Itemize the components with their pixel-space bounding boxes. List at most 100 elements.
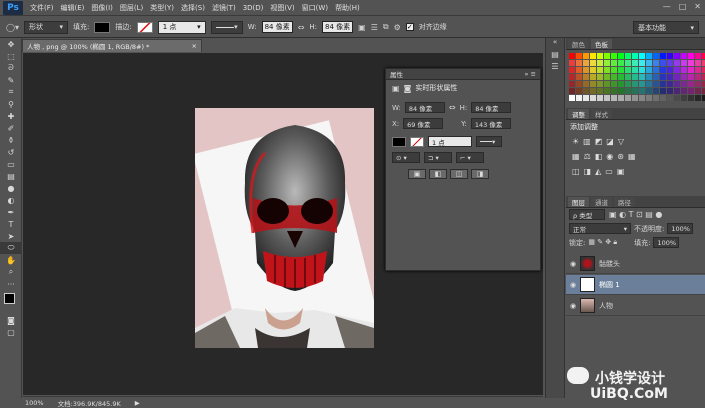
tab-adjustments[interactable]: 调整 bbox=[568, 109, 589, 119]
tab-channels[interactable]: 通道 bbox=[591, 197, 612, 207]
color-swatch[interactable] bbox=[597, 88, 603, 94]
color-swatch[interactable] bbox=[590, 60, 596, 66]
color-swatch[interactable] bbox=[576, 88, 582, 94]
color-swatch[interactable] bbox=[597, 53, 603, 59]
status-menu-arrow[interactable]: ▶ bbox=[135, 399, 140, 407]
expand-dock-icon[interactable]: « bbox=[546, 38, 564, 50]
color-swatch[interactable] bbox=[681, 67, 687, 73]
eyedropper-icon[interactable]: ⚲ bbox=[0, 98, 22, 110]
history-panel-icon[interactable]: ▤ bbox=[546, 50, 564, 62]
color-swatch[interactable] bbox=[618, 67, 624, 73]
color-swatch[interactable] bbox=[583, 53, 589, 59]
layer-row-skull[interactable]: ◉ 骷髅头 bbox=[566, 254, 705, 274]
document-canvas[interactable] bbox=[195, 108, 374, 348]
color-swatch[interactable] bbox=[611, 60, 617, 66]
ellipse-tool-preset-icon[interactable]: ◯▾ bbox=[6, 23, 19, 32]
color-swatch[interactable] bbox=[653, 67, 659, 73]
color-swatch[interactable] bbox=[632, 81, 638, 87]
color-swatch[interactable] bbox=[660, 95, 666, 101]
color-swatch[interactable] bbox=[611, 53, 617, 59]
color-swatch[interactable] bbox=[639, 53, 645, 59]
dodge-icon[interactable]: ◐ bbox=[0, 194, 22, 206]
close-window-button[interactable]: ✕ bbox=[694, 2, 701, 11]
color-swatch[interactable] bbox=[653, 81, 659, 87]
color-swatch[interactable] bbox=[625, 81, 631, 87]
path-operations-icon[interactable]: ▣ bbox=[358, 23, 366, 32]
color-swatch[interactable] bbox=[569, 88, 575, 94]
color-swatch[interactable] bbox=[639, 88, 645, 94]
threshold-icon[interactable]: ◭ bbox=[595, 167, 601, 176]
color-swatch[interactable] bbox=[639, 81, 645, 87]
menu-file[interactable]: 文件(F) bbox=[30, 3, 54, 13]
properties-header[interactable]: 属性 » ≡ bbox=[386, 69, 540, 80]
maximize-button[interactable]: □ bbox=[679, 2, 687, 11]
tab-swatches[interactable]: 色板 bbox=[591, 39, 612, 49]
vibrance-icon[interactable]: ▽ bbox=[618, 137, 624, 146]
color-swatch[interactable] bbox=[639, 74, 645, 80]
color-swatch[interactable] bbox=[660, 67, 666, 73]
color-swatch[interactable] bbox=[618, 81, 624, 87]
color-swatch[interactable] bbox=[660, 81, 666, 87]
document-tab[interactable]: 人物 , png @ 100% (椭圆 1, RGB/8#) * × bbox=[22, 39, 202, 52]
photo-filter-icon[interactable]: ◉ bbox=[606, 152, 613, 161]
color-swatch[interactable] bbox=[653, 74, 659, 80]
stroke-type-select[interactable]: ▾ bbox=[210, 20, 243, 34]
color-swatch[interactable] bbox=[604, 53, 610, 59]
color-swatch[interactable] bbox=[576, 95, 582, 101]
properties-panel-icon[interactable]: ☰ bbox=[546, 62, 564, 74]
color-swatch[interactable] bbox=[646, 53, 652, 59]
color-swatch[interactable] bbox=[625, 74, 631, 80]
brightness-icon[interactable]: ☀ bbox=[572, 137, 579, 146]
color-swatch[interactable] bbox=[590, 67, 596, 73]
color-swatch[interactable] bbox=[674, 81, 680, 87]
menu-window[interactable]: 窗口(W) bbox=[302, 3, 328, 13]
color-swatch[interactable] bbox=[674, 67, 680, 73]
color-swatch[interactable] bbox=[569, 81, 575, 87]
mask-properties-icon[interactable]: ◙ bbox=[404, 84, 412, 93]
color-swatch[interactable] bbox=[604, 67, 610, 73]
path-arrangement-icon[interactable]: ⧉ bbox=[383, 22, 389, 32]
layer-row-ellipse[interactable]: ◉ 椭圆 1 bbox=[566, 275, 705, 295]
color-swatch[interactable] bbox=[688, 81, 694, 87]
close-document-icon[interactable]: × bbox=[192, 42, 197, 50]
color-swatch[interactable] bbox=[695, 53, 701, 59]
path-subtract-button[interactable]: ◧ bbox=[429, 169, 447, 179]
color-swatch[interactable] bbox=[667, 67, 673, 73]
color-swatch[interactable] bbox=[604, 74, 610, 80]
quick-mask-icon[interactable]: ◙ bbox=[0, 314, 22, 326]
color-swatch[interactable] bbox=[660, 88, 666, 94]
color-swatch[interactable] bbox=[583, 88, 589, 94]
menu-3d[interactable]: 3D(D) bbox=[243, 4, 264, 12]
color-swatch[interactable] bbox=[590, 81, 596, 87]
color-swatch[interactable] bbox=[667, 88, 673, 94]
color-swatch[interactable] bbox=[583, 67, 589, 73]
layer-filter-select[interactable]: ρ 类型 bbox=[569, 209, 605, 220]
color-swatch[interactable] bbox=[618, 53, 624, 59]
color-swatch[interactable] bbox=[646, 81, 652, 87]
color-swatch[interactable] bbox=[632, 67, 638, 73]
color-swatch[interactable] bbox=[695, 74, 701, 80]
menu-filter[interactable]: 滤镜(T) bbox=[212, 3, 236, 13]
prop-x-field[interactable]: 69 像素 bbox=[403, 118, 444, 129]
color-swatch[interactable] bbox=[688, 74, 694, 80]
color-swatch[interactable] bbox=[569, 67, 575, 73]
color-swatch[interactable] bbox=[569, 53, 575, 59]
color-swatch[interactable] bbox=[660, 60, 666, 66]
selective-color-icon[interactable]: ▣ bbox=[617, 167, 625, 176]
color-swatch[interactable] bbox=[632, 74, 638, 80]
color-swatch[interactable] bbox=[667, 60, 673, 66]
menu-view[interactable]: 视图(V) bbox=[270, 3, 294, 13]
color-swatch[interactable] bbox=[681, 60, 687, 66]
color-swatch[interactable] bbox=[667, 53, 673, 59]
color-swatch[interactable] bbox=[569, 60, 575, 66]
color-swatch[interactable] bbox=[625, 88, 631, 94]
fill-swatch[interactable] bbox=[94, 21, 111, 33]
prop-stroke-width-field[interactable]: 1 点 bbox=[428, 136, 472, 147]
color-swatch[interactable] bbox=[583, 81, 589, 87]
color-swatch[interactable] bbox=[576, 74, 582, 80]
color-swatch[interactable] bbox=[646, 74, 652, 80]
channel-mixer-icon[interactable]: ⊛ bbox=[617, 152, 624, 161]
color-swatch[interactable] bbox=[695, 67, 701, 73]
color-swatch[interactable] bbox=[611, 74, 617, 80]
color-swatch[interactable] bbox=[688, 60, 694, 66]
